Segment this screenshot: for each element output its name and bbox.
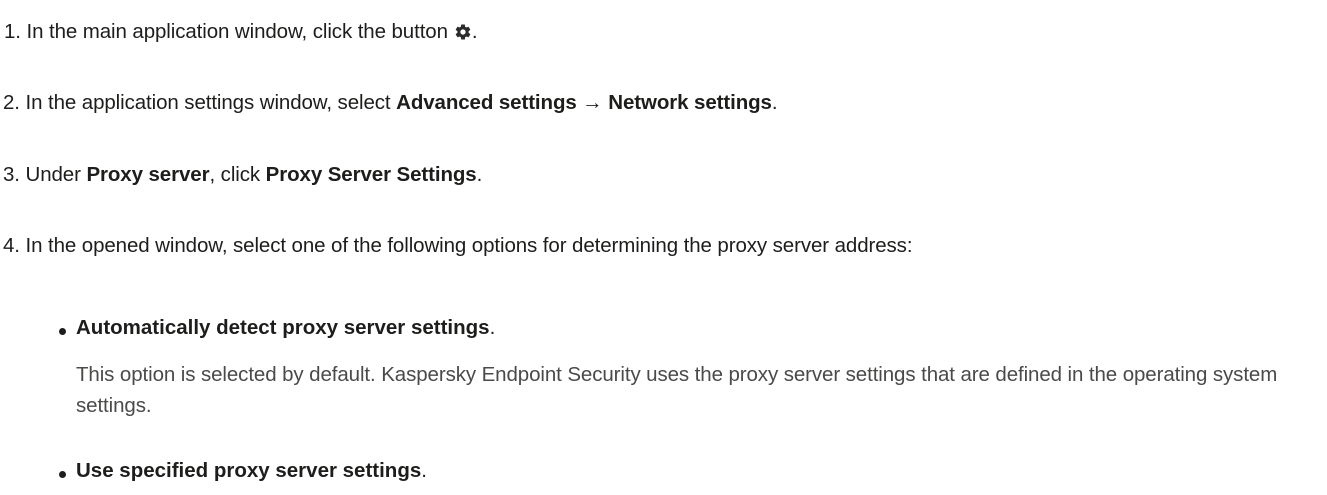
step-3-button-name: Proxy Server Settings — [265, 163, 477, 186]
step-1-suffix: . — [471, 20, 478, 43]
step-3-text: 3. Under — [3, 163, 87, 186]
option-1: Automatically detect proxy server settin… — [76, 315, 495, 341]
step-1-text: 1. In the main application window, click… — [4, 20, 448, 43]
step-3-suffix: . — [476, 163, 483, 186]
step-3-middle: , click — [209, 163, 266, 186]
step-1: 1. In the main application window, click… — [4, 19, 478, 45]
option-1-description: This option is selected by default. Kasp… — [76, 363, 1278, 417]
step-2-path: Advanced settings → Network settings — [396, 91, 772, 114]
gear-icon — [455, 24, 471, 40]
option-2: Use specified proxy server settings. — [76, 458, 427, 484]
bullet-icon — [59, 328, 66, 335]
step-3-section-name: Proxy server — [86, 163, 210, 186]
bullet-icon — [59, 471, 66, 478]
option-2-suffix: . — [421, 459, 427, 482]
step-3: 3. Under Proxy server, click Proxy Serve… — [3, 162, 482, 188]
step-2-text: 2. In the application settings window, s… — [3, 91, 397, 114]
step-4-text: 4. In the opened window, select one of t… — [3, 234, 913, 257]
option-1-label: Automatically detect proxy server settin… — [76, 316, 490, 339]
step-2: 2. In the application settings window, s… — [3, 90, 778, 116]
step-2-suffix: . — [771, 91, 778, 114]
step-4: 4. In the opened window, select one of t… — [3, 233, 913, 259]
option-2-label: Use specified proxy server settings — [76, 459, 422, 482]
option-1-suffix: . — [489, 316, 496, 339]
